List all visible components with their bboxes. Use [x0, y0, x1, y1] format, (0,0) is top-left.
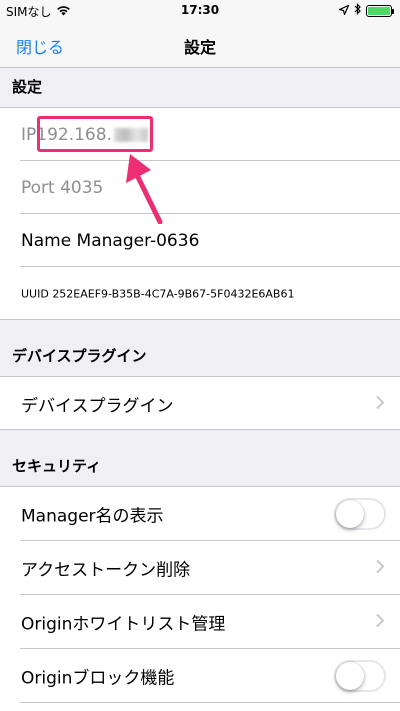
port-row: Port 4035 [0, 161, 400, 214]
toggle-knob [336, 662, 364, 690]
battery-level [368, 6, 390, 15]
chevron-right-icon [376, 394, 385, 413]
uuid-label: UUID 252EAEF9-B35B-4C7A-9B67-5F0432E6AB6… [21, 287, 295, 300]
location-arrow-icon [337, 3, 350, 18]
device-plugin-row[interactable]: デバイスプラグイン [0, 377, 400, 430]
battery-icon [366, 4, 394, 17]
delete-access-token-label: アクセストークン削除 [21, 560, 191, 581]
origin-whitelist-label: Originホワイトリスト管理 [21, 614, 226, 635]
origin-block-toggle[interactable] [334, 660, 386, 692]
delete-access-token-row[interactable]: アクセストークン削除 [0, 541, 400, 595]
section-title: セキュリティ [12, 457, 102, 475]
name-row: Name Manager-0636 [0, 214, 400, 267]
ip-highlight-box [37, 116, 153, 152]
origin-block-label: Originブロック機能 [21, 668, 175, 689]
origin-block-toggle-row: Originブロック機能 [0, 649, 400, 703]
section-title: 設定 [12, 78, 43, 96]
page-title: 設定 [183, 38, 216, 57]
ip-prefix: IP [21, 124, 37, 145]
status-bar-right [337, 3, 394, 18]
manager-name-toggle[interactable] [334, 498, 386, 530]
chevron-right-icon [376, 613, 385, 632]
device-plugin-label: デバイスプラグイン [21, 396, 174, 416]
annotation-arrow-icon [120, 150, 168, 228]
name-label: Name Manager-0636 [21, 230, 200, 251]
chevron-right-icon [376, 559, 385, 578]
uuid-row: UUID 252EAEF9-B35B-4C7A-9B67-5F0432E6AB6… [0, 267, 400, 320]
section-header-settings: 設定 [0, 68, 400, 108]
manager-name-label: Manager名の表示 [21, 506, 164, 527]
bluetooth-icon [354, 3, 361, 18]
section-header-device-plugin: デバイスプラグイン [0, 320, 400, 377]
origin-whitelist-row[interactable]: Originホワイトリスト管理 [0, 595, 400, 649]
navigation-bar: 閉じる 設定 [0, 20, 400, 68]
manager-name-toggle-row: Manager名の表示 [0, 487, 400, 541]
section-header-security: セキュリティ [0, 430, 400, 487]
status-bar: SIMなし 17:30 [0, 0, 400, 20]
settings-screen: SIMなし 17:30 閉じる 設定 設定 IP192.168. Port 40… [0, 0, 400, 711]
toggle-knob [336, 500, 364, 528]
section-title: デバイスプラグイン [12, 347, 147, 365]
next-row-partial [0, 703, 400, 711]
port-label: Port 4035 [21, 177, 104, 198]
